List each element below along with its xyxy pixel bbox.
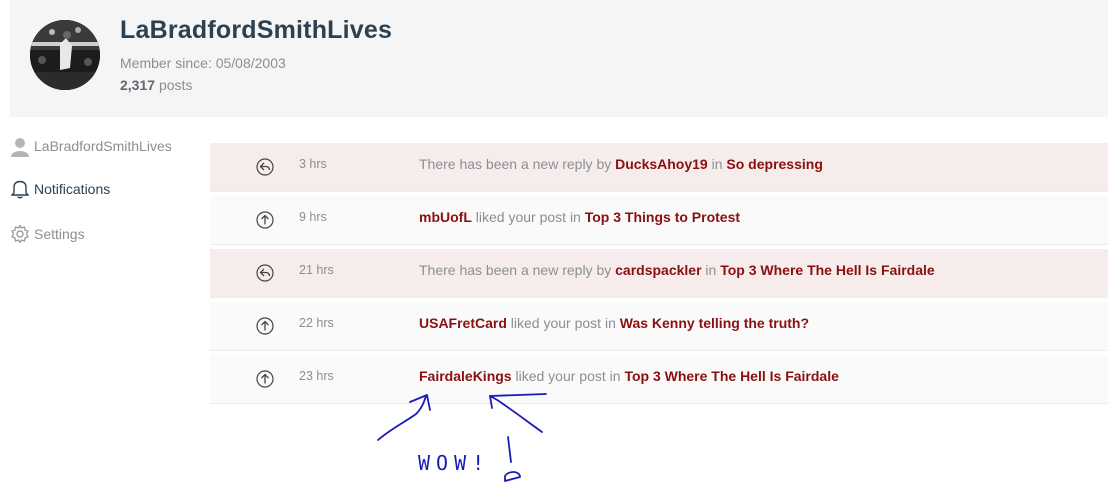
sidebar-item-profile[interactable]: LaBradfordSmithLives xyxy=(10,138,200,166)
notification-time: 23 hrs xyxy=(299,369,334,383)
notification-topic-link[interactable]: Top 3 Things to Protest xyxy=(585,209,740,225)
sidebar-item-label: Notifications xyxy=(34,180,111,197)
notification-actor-link[interactable]: USAFretCard xyxy=(419,315,507,331)
notification-time: 9 hrs xyxy=(299,210,327,224)
reply-icon xyxy=(256,158,274,176)
notification-actor-link[interactable]: cardspackler xyxy=(615,262,701,278)
notification-prefix: There has been a new reply by xyxy=(419,262,616,278)
notification-connector: in xyxy=(707,156,727,172)
notification-text: There has been a new reply by cardspackl… xyxy=(419,262,935,278)
notification-time: 3 hrs xyxy=(299,157,327,171)
reply-icon xyxy=(256,264,274,282)
notification-connector: liked your post in xyxy=(506,315,620,331)
notification-actor-link[interactable]: mbUofL xyxy=(419,209,472,225)
avatar[interactable] xyxy=(30,20,100,90)
notification-actor-link[interactable]: FairdaleKings xyxy=(419,368,512,384)
notification-row[interactable]: 9 hrs mbUofL liked your post in Top 3 Th… xyxy=(210,196,1108,245)
bell-icon xyxy=(10,178,30,200)
sidebar-item-notifications[interactable]: Notifications xyxy=(10,166,200,211)
profile-header: LaBradfordSmithLives Member since: 05/08… xyxy=(10,0,1108,117)
notification-text: There has been a new reply by DucksAhoy1… xyxy=(419,156,823,172)
notifications-list: 3 hrs There has been a new reply by Duck… xyxy=(210,143,1108,408)
notification-connector: liked your post in xyxy=(471,209,585,225)
notification-row[interactable]: 23 hrs FairdaleKings liked your post in … xyxy=(210,355,1108,404)
post-count-label: posts xyxy=(158,77,193,93)
notification-connector: in xyxy=(701,262,721,278)
profile-username: LaBradfordSmithLives xyxy=(120,16,393,44)
notification-actor-link[interactable]: DucksAhoy19 xyxy=(615,156,708,172)
sidebar-item-label: Settings xyxy=(34,225,85,242)
sidebar-item-settings[interactable]: Settings xyxy=(10,211,200,256)
notification-row[interactable]: 3 hrs There has been a new reply by Duck… xyxy=(210,143,1108,192)
sidebar: LaBradfordSmithLives Notifications Setti… xyxy=(10,138,200,256)
post-count-number: 2,317 xyxy=(120,77,156,93)
notification-row[interactable]: 21 hrs There has been a new reply by car… xyxy=(210,249,1108,298)
notification-connector: liked your post in xyxy=(511,368,625,384)
notification-topic-link[interactable]: Top 3 Where The Hell Is Fairdale xyxy=(624,368,838,384)
upvote-icon xyxy=(256,211,274,229)
notification-time: 22 hrs xyxy=(299,316,334,330)
member-since: Member since: 05/08/2003 xyxy=(120,55,286,71)
notification-row[interactable]: 22 hrs USAFretCard liked your post in Wa… xyxy=(210,302,1108,351)
annotation-text: WOW! xyxy=(418,451,490,475)
user-icon xyxy=(10,136,30,158)
notification-text: mbUofL liked your post in Top 3 Things t… xyxy=(419,209,740,225)
notification-text: USAFretCard liked your post in Was Kenny… xyxy=(419,315,809,331)
notification-topic-link[interactable]: So depressing xyxy=(726,156,822,172)
notification-topic-link[interactable]: Top 3 Where The Hell Is Fairdale xyxy=(720,262,934,278)
post-count: 2,317 posts xyxy=(120,77,192,93)
notification-prefix: There has been a new reply by xyxy=(419,156,616,172)
notification-time: 21 hrs xyxy=(299,263,334,277)
upvote-icon xyxy=(256,370,274,388)
notification-text: FairdaleKings liked your post in Top 3 W… xyxy=(419,368,839,384)
gear-icon xyxy=(10,223,30,245)
notification-topic-link[interactable]: Was Kenny telling the truth? xyxy=(620,315,809,331)
upvote-icon xyxy=(256,317,274,335)
sidebar-item-label: LaBradfordSmithLives xyxy=(34,138,172,154)
